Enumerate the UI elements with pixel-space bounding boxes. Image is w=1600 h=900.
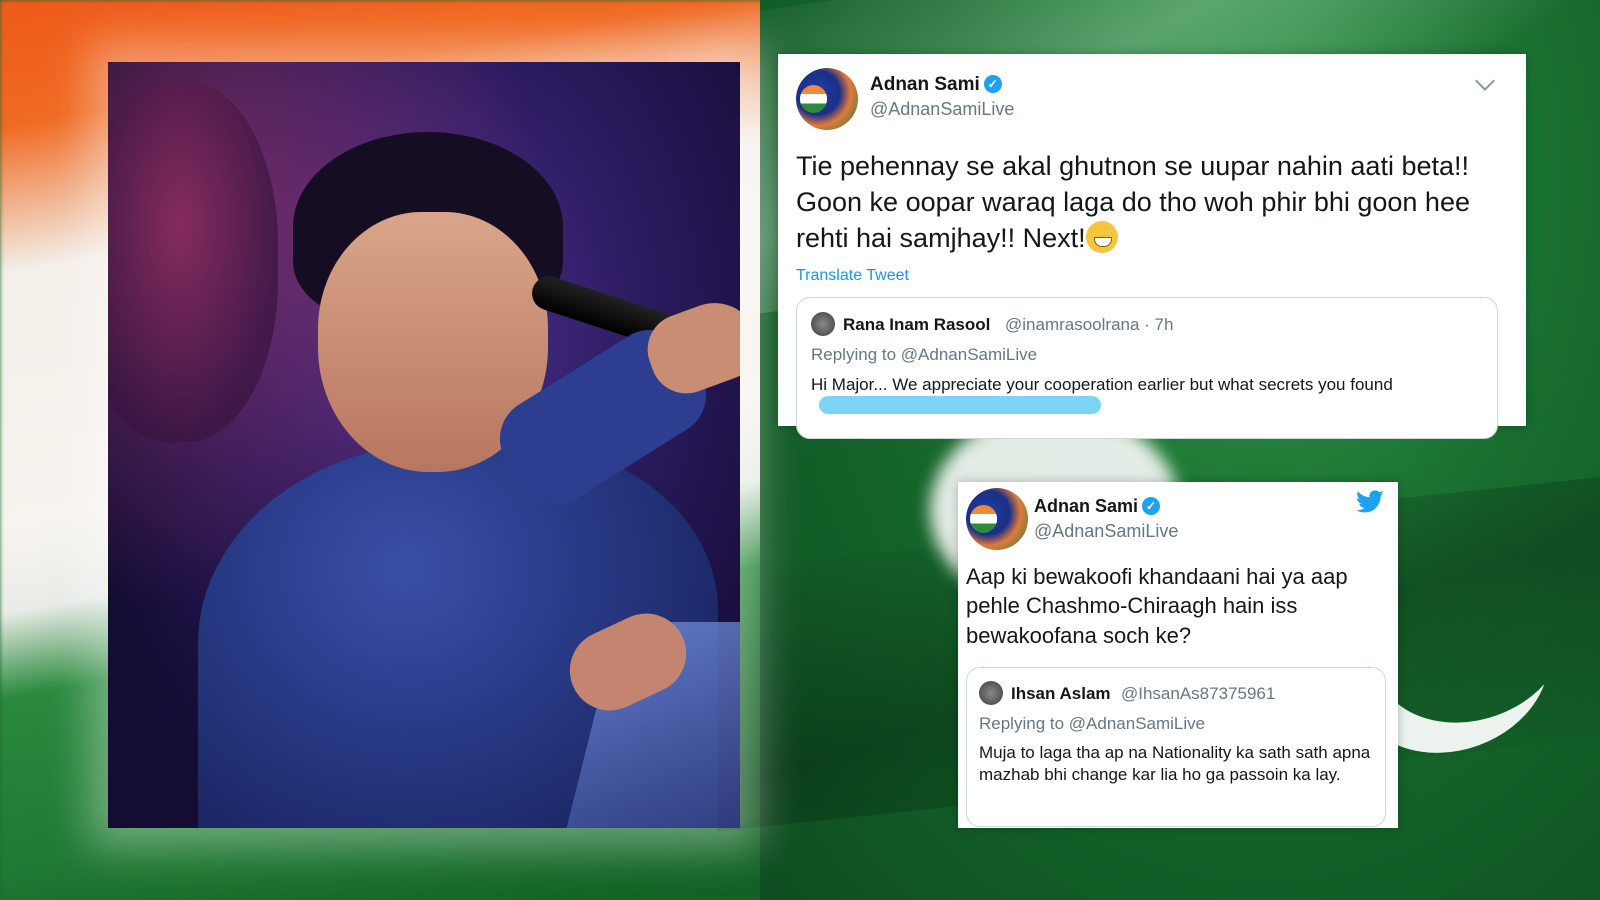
- tweet-author-handle[interactable]: @AdnanSamiLive: [870, 99, 1014, 120]
- tweet-author-name[interactable]: Adnan Sami ✓: [1034, 496, 1161, 517]
- grinning-emoji-icon: [1085, 221, 1118, 254]
- tweet-text: Tie pehennay se akal ghutnon se uupar na…: [796, 151, 1470, 254]
- verified-badge-icon: ✓: [983, 75, 1002, 93]
- quoted-tweet[interactable]: Ihsan Aslam @IhsanAs87375961 Replying to…: [966, 667, 1386, 827]
- tweet-author-name[interactable]: Adnan Sami ✓: [870, 74, 1002, 96]
- translate-tweet-link[interactable]: Translate Tweet: [796, 267, 909, 285]
- avatar[interactable]: [811, 312, 835, 336]
- replying-to[interactable]: Replying to @AdnanSamiLive: [979, 714, 1205, 734]
- chevron-down-icon[interactable]: [1475, 71, 1495, 91]
- replying-to[interactable]: Replying to @AdnanSamiLive: [811, 345, 1037, 365]
- quoted-author-name[interactable]: Ihsan Aslam: [1011, 684, 1111, 704]
- avatar[interactable]: [796, 68, 858, 130]
- singer-photo: [108, 62, 740, 828]
- quoted-tweet-text: Hi Major... We appreciate your cooperati…: [811, 375, 1393, 394]
- twitter-bird-icon: [1356, 490, 1384, 513]
- tweet-card-2[interactable]: Adnan Sami ✓ @AdnanSamiLive Aap ki bewako…: [958, 482, 1398, 828]
- quoted-author-handle[interactable]: @IhsanAs87375961: [1121, 684, 1275, 704]
- tweet-timestamp[interactable]: · 7h: [1144, 315, 1173, 334]
- avatar[interactable]: [979, 681, 1003, 705]
- redaction-scribble: [819, 396, 1101, 414]
- quoted-tweet-text: Muja to laga tha ap na Nationality ka sa…: [979, 743, 1371, 785]
- tweet-author-handle[interactable]: @AdnanSamiLive: [1034, 521, 1178, 542]
- tweet-card-1[interactable]: Adnan Sami ✓ @AdnanSamiLive Tie pehennay …: [778, 54, 1526, 439]
- background-musician: [108, 82, 278, 442]
- quoted-tweet[interactable]: Rana Inam Rasool @inamrasoolrana · 7h Re…: [796, 297, 1498, 439]
- quoted-author-name[interactable]: Rana Inam Rasool: [843, 315, 990, 335]
- avatar[interactable]: [966, 488, 1028, 550]
- quoted-author-handle: @inamrasoolrana · 7h: [1005, 315, 1174, 334]
- verified-badge-icon: ✓: [1142, 497, 1161, 515]
- tweet-text: Aap ki bewakoofi khandaani hai ya aap pe…: [966, 564, 1348, 648]
